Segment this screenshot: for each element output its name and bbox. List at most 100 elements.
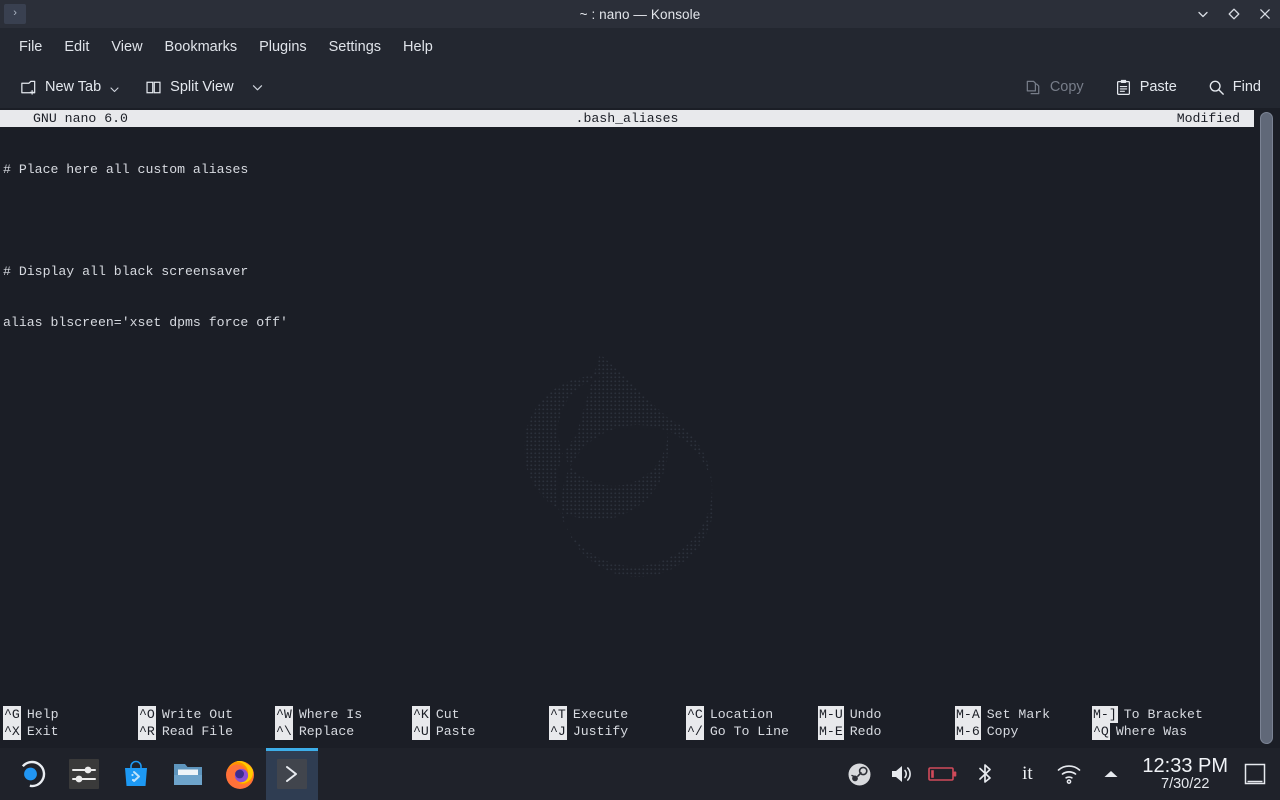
shortcut-combo: M-U (818, 706, 844, 723)
nano-shortcut[interactable]: M-U Undo (818, 706, 881, 723)
clock-time: 12:33 PM (1142, 756, 1228, 777)
tray-steam[interactable] (838, 748, 880, 800)
terminal-area[interactable]: GNU nano 6.0 .bash_aliases Modified # Pl… (0, 108, 1280, 748)
close-button[interactable] (1256, 5, 1274, 23)
menu-item-settings[interactable]: Settings (318, 35, 392, 59)
shortcut-label: Paste (436, 723, 476, 740)
shortcut-combo: ^O (138, 706, 156, 723)
shortcut-label: Go To Line (710, 723, 789, 740)
terminal-scrollbar-thumb[interactable] (1260, 112, 1273, 744)
chevron-up-icon (1101, 766, 1121, 782)
taskbar-item-settings[interactable] (58, 748, 110, 800)
shortcut-combo: ^\ (275, 723, 293, 740)
taskbar-clock[interactable]: 12:33 PM 7/30/22 (1132, 748, 1238, 800)
new-tab-button[interactable]: New Tab (12, 74, 127, 101)
nano-shortcut[interactable]: M-ERedo (818, 723, 881, 740)
split-view-button[interactable]: Split View (137, 74, 270, 101)
nano-line: # Display all black screensaver (0, 263, 1254, 280)
nano-line: # Place here all custom aliases (0, 161, 1254, 178)
menu-item-file[interactable]: File (8, 35, 53, 59)
diamond-icon (1227, 7, 1241, 21)
nano-line: alias blscreen='xset dpms force off' (0, 314, 1254, 331)
paste-button[interactable]: Paste (1107, 74, 1184, 101)
shortcut-combo: ^X (3, 723, 21, 740)
taskbar-item-files[interactable] (162, 748, 214, 800)
nano-shortcut[interactable]: ^TExecute (549, 706, 628, 723)
maximize-button[interactable] (1225, 5, 1243, 23)
shortcut-label: Undo (850, 706, 882, 723)
shortcut-label: Exit (27, 723, 59, 740)
menu-item-edit[interactable]: Edit (53, 35, 100, 59)
shortcut-combo: ^K (412, 706, 430, 723)
copy-icon (1024, 78, 1043, 97)
tray-network[interactable] (1048, 748, 1090, 800)
wifi-icon (1056, 763, 1082, 785)
find-button[interactable]: Find (1200, 74, 1268, 101)
nano-shortcut[interactable]: M-6Copy (955, 723, 1018, 740)
tray-bluetooth[interactable] (964, 748, 1006, 800)
window-title: ~ : nano — Konsole (0, 7, 1280, 22)
nano-shortcut[interactable]: ^O Write Out (138, 706, 233, 723)
shortcut-combo: ^C (686, 706, 704, 723)
menu-item-plugins[interactable]: Plugins (248, 35, 318, 59)
shortcut-label: Where Was (1116, 723, 1187, 740)
chevron-down-icon (109, 84, 120, 95)
battery-low-icon (928, 764, 958, 784)
split-view-label: Split View (170, 79, 233, 95)
menu-item-view[interactable]: View (100, 35, 153, 59)
nano-shortcut[interactable]: ^JJustify (549, 723, 628, 740)
steam-icon (847, 762, 872, 787)
nano-shortcut[interactable]: ^G Help (3, 706, 58, 723)
minimize-button[interactable] (1194, 5, 1212, 23)
tray-show-hidden[interactable] (1090, 748, 1132, 800)
show-desktop-button[interactable] (1238, 748, 1272, 800)
kde-launcher-icon (17, 759, 47, 789)
copy-button[interactable]: Copy (1017, 74, 1091, 101)
taskbar-app-list (0, 748, 318, 800)
nano-shortcut[interactable]: ^X Exit (3, 723, 58, 740)
taskbar-item-discover[interactable] (110, 748, 162, 800)
terminal-scrollbar[interactable] (1254, 108, 1280, 748)
paste-icon (1114, 78, 1133, 97)
shortcut-label: Justify (573, 723, 628, 740)
firefox-icon (223, 757, 257, 791)
shortcut-combo: ^G (3, 706, 21, 723)
nano-shortcut[interactable]: ^UPaste (412, 723, 475, 740)
system-tray: it 12:33 PM 7/30/22 (838, 748, 1280, 800)
sliders-icon (68, 758, 100, 790)
keyboard-layout-label: it (1022, 763, 1033, 785)
shortcut-combo: ^Q (1092, 723, 1110, 740)
shortcut-label: Where Is (299, 706, 362, 723)
nano-text-buffer[interactable]: # Place here all custom aliases # Displa… (0, 127, 1254, 365)
chevron-down-icon (1196, 7, 1210, 21)
shortcut-label: Cut (436, 706, 460, 723)
nano-shortcut[interactable]: ^RRead File (138, 723, 233, 740)
nano-shortcut[interactable]: ^/Go To Line (686, 723, 789, 740)
nano-shortcut[interactable]: ^W Where Is (275, 706, 362, 723)
taskbar-item-firefox[interactable] (214, 748, 266, 800)
shortcut-label: Read File (162, 723, 233, 740)
taskbar-item-konsole[interactable] (266, 748, 318, 800)
nano-shortcut[interactable]: ^C Location (686, 706, 773, 723)
shortcut-label: Location (710, 706, 773, 723)
toolbar: New Tab Split View Copy (0, 66, 1280, 108)
konsole-window: › ~ : nano — Konsole File Edit View (0, 0, 1280, 800)
nano-shortcut-bar: ^G Help ^O Write Out ^W Where Is ^K Cut ^TEx… (0, 706, 1254, 740)
nano-shortcut[interactable]: ^\Replace (275, 723, 354, 740)
menubar: File Edit View Bookmarks Plugins Setting… (0, 28, 1280, 66)
taskbar-item-launcher[interactable] (6, 748, 58, 800)
nano-shortcut[interactable]: M-]To Bracket (1092, 706, 1203, 723)
tray-keyboard-layout[interactable]: it (1006, 748, 1048, 800)
menu-item-help[interactable]: Help (392, 35, 444, 59)
nano-shortcut[interactable]: ^Q Where Was (1092, 723, 1187, 740)
shortcut-combo: ^W (275, 706, 293, 723)
split-view-icon (144, 78, 163, 97)
nano-shortcut[interactable]: ^K Cut (412, 706, 460, 723)
shortcut-label: Help (27, 706, 59, 723)
bluetooth-icon (974, 761, 996, 787)
shortcut-label: Write Out (162, 706, 233, 723)
nano-shortcut[interactable]: M-ASet Mark (955, 706, 1050, 723)
menu-item-bookmarks[interactable]: Bookmarks (154, 35, 249, 59)
tray-volume[interactable] (880, 748, 922, 800)
tray-battery[interactable] (922, 748, 964, 800)
